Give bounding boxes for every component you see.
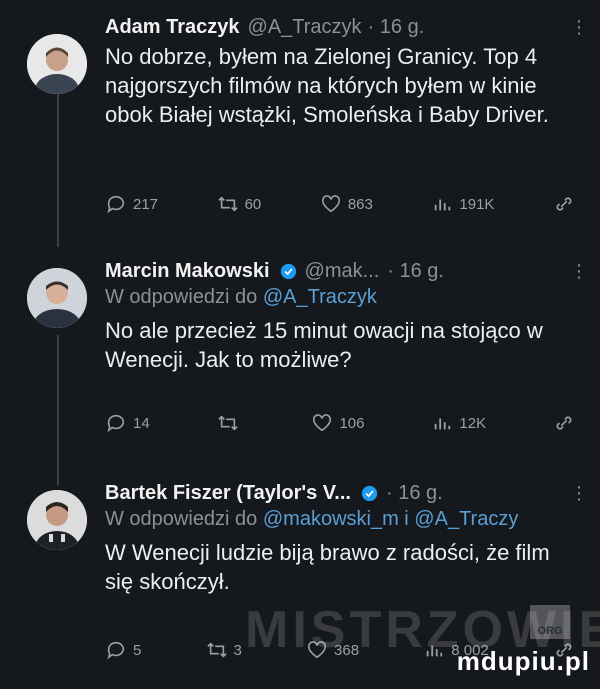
views-button[interactable]: 12K: [431, 413, 486, 433]
more-options-icon[interactable]: ⋮: [570, 14, 588, 40]
views-button[interactable]: 191K: [431, 194, 494, 214]
retweet-button[interactable]: [217, 413, 245, 433]
reply-icon: [107, 414, 125, 433]
more-options-icon[interactable]: ⋮: [570, 480, 588, 506]
watermark-badge: ORG: [530, 605, 570, 639]
share-button[interactable]: [553, 413, 575, 433]
action-bar: 217 60 863 191K: [105, 194, 575, 214]
tweet-text: No dobrze, byłem na Zielonej Granicy. To…: [105, 44, 549, 127]
timestamp[interactable]: · 16 g.: [387, 258, 444, 284]
retweet-count: 3: [233, 641, 242, 659]
reply-count: 217: [133, 195, 159, 213]
views-chart-icon: [435, 199, 451, 211]
timestamp[interactable]: · 16 g.: [368, 14, 425, 40]
author-name[interactable]: Adam Traczyk: [105, 14, 240, 40]
heart-icon: [321, 195, 340, 213]
tweet-header: Adam Traczyk @A_Traczyk · 16 g. ⋮: [105, 14, 588, 40]
share-link-icon: [556, 416, 572, 430]
share-link-icon: [556, 197, 572, 211]
author-handle[interactable]: @mak...: [305, 258, 380, 284]
views-count: 191K: [459, 195, 495, 213]
retweet-icon: [217, 415, 238, 431]
tweet-text: No ale przecież 15 minut owacji na stoją…: [105, 318, 543, 372]
like-count: 106: [339, 414, 365, 432]
avatar-adam-icon: [27, 34, 87, 94]
avatar-marcin-icon: [27, 268, 87, 328]
author-name[interactable]: Marcin Makowski: [105, 258, 270, 284]
site-logo: mdupiu.pl: [456, 646, 590, 676]
tweet[interactable]: Marcin Makowski @mak... · 16 g. ⋮ W odpo…: [0, 258, 600, 448]
action-bar: 14 106 12K: [105, 413, 575, 433]
tweet-header: Marcin Makowski @mak... · 16 g. ⋮: [105, 258, 588, 284]
reply-button[interactable]: 14: [105, 413, 150, 433]
author-handle[interactable]: @A_Traczyk: [248, 14, 362, 40]
retweet-button[interactable]: 60: [217, 194, 262, 214]
reply-to-prefix: W odpowiedzi do: [105, 508, 258, 530]
avatar-bartek-icon: [27, 490, 87, 550]
verified-badge-icon: [361, 485, 378, 501]
reply-icon: [107, 195, 125, 214]
reply-icon: [107, 641, 125, 660]
reply-to-mention[interactable]: @makowski_m i @A_Traczy: [263, 508, 518, 530]
retweet-button[interactable]: 3: [206, 640, 242, 660]
timestamp[interactable]: · 16 g.: [386, 480, 443, 506]
tweet-header: Bartek Fiszer (Taylor's V... · 16 g. ⋮: [105, 480, 588, 506]
reply-button[interactable]: 217: [105, 194, 158, 214]
like-button[interactable]: 106: [311, 413, 365, 433]
reply-context: W odpowiedzi do @A_Traczyk: [105, 284, 580, 310]
views-count: 12K: [459, 414, 487, 432]
reply-to-mention[interactable]: @A_Traczyk: [263, 286, 377, 308]
verified-badge-icon: [280, 263, 296, 279]
tweet[interactable]: Adam Traczyk @A_Traczyk · 16 g. ⋮ No dob…: [0, 14, 600, 244]
views-chart-icon: [435, 418, 451, 430]
like-button[interactable]: 863: [320, 194, 373, 214]
more-options-icon[interactable]: ⋮: [570, 258, 588, 284]
retweet-count: 60: [244, 195, 262, 213]
like-count: 863: [347, 195, 373, 213]
share-button[interactable]: [553, 194, 575, 214]
avatar[interactable]: [27, 34, 87, 94]
avatar[interactable]: [27, 490, 87, 550]
retweet-icon: [206, 642, 227, 658]
avatar[interactable]: [27, 268, 87, 328]
reply-count: 14: [133, 414, 150, 432]
reply-to-prefix: W odpowiedzi do: [105, 286, 258, 308]
retweet-icon: [217, 196, 238, 212]
author-name[interactable]: Bartek Fiszer (Taylor's V...: [105, 480, 351, 506]
tweet-text: W Wenecji ludzie biją brawo z radości, ż…: [105, 540, 550, 594]
reply-context: W odpowiedzi do @makowski_m i @A_Traczy: [105, 506, 580, 532]
reply-button[interactable]: 5: [105, 640, 141, 660]
reply-count: 5: [133, 641, 142, 659]
heart-icon: [313, 414, 332, 432]
